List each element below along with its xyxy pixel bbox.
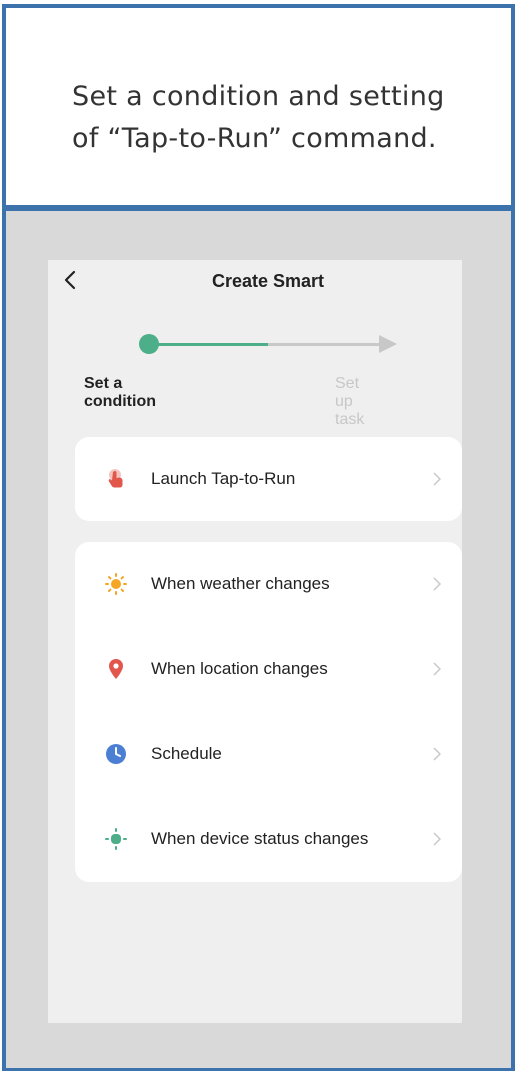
step-next-label: Set up task [335, 375, 365, 428]
device-status-icon [105, 828, 127, 850]
step-current-label: Set a condition [84, 375, 156, 410]
launch-tap-to-run-option[interactable]: Launch Tap-to-Run [75, 449, 462, 509]
page-title: Create Smart [211, 271, 325, 291]
condition-location-label: When location changes [151, 659, 328, 678]
back-button[interactable] [60, 265, 80, 295]
chevron-right-icon [432, 831, 442, 847]
caption-text: Set a condition and setting of “Tap-to-R… [72, 76, 492, 160]
caption-line-2: of “Tap-to-Run” command. [72, 123, 437, 154]
chevron-left-icon [64, 270, 76, 290]
sun-icon [105, 573, 127, 595]
chevron-right-icon [432, 661, 442, 677]
step-arrow-icon [379, 335, 397, 353]
condition-weather[interactable]: When weather changes [75, 554, 462, 614]
tap-hand-icon [105, 468, 127, 490]
caption-line-1: Set a condition and setting [72, 81, 445, 112]
condition-schedule[interactable]: Schedule [75, 724, 462, 784]
condition-schedule-label: Schedule [151, 744, 222, 763]
step-current-dot [139, 334, 159, 354]
step-progress-line [158, 343, 268, 346]
chevron-right-icon [432, 746, 442, 762]
condition-device-status-label: When device status changes [151, 829, 369, 848]
location-pin-icon [105, 658, 127, 680]
conditions-card: When weather changes When location chang… [75, 542, 462, 882]
clock-icon [105, 743, 127, 765]
tap-to-run-card: Launch Tap-to-Run [75, 437, 462, 521]
condition-device-status[interactable]: When device status changes [75, 809, 462, 869]
condition-weather-label: When weather changes [151, 574, 330, 593]
step-remaining-line [268, 343, 380, 346]
caption-box: Set a condition and setting of “Tap-to-R… [2, 4, 515, 211]
launch-tap-to-run-label: Launch Tap-to-Run [151, 469, 296, 488]
chevron-right-icon [432, 576, 442, 592]
condition-location[interactable]: When location changes [75, 639, 462, 699]
chevron-right-icon [432, 471, 442, 487]
